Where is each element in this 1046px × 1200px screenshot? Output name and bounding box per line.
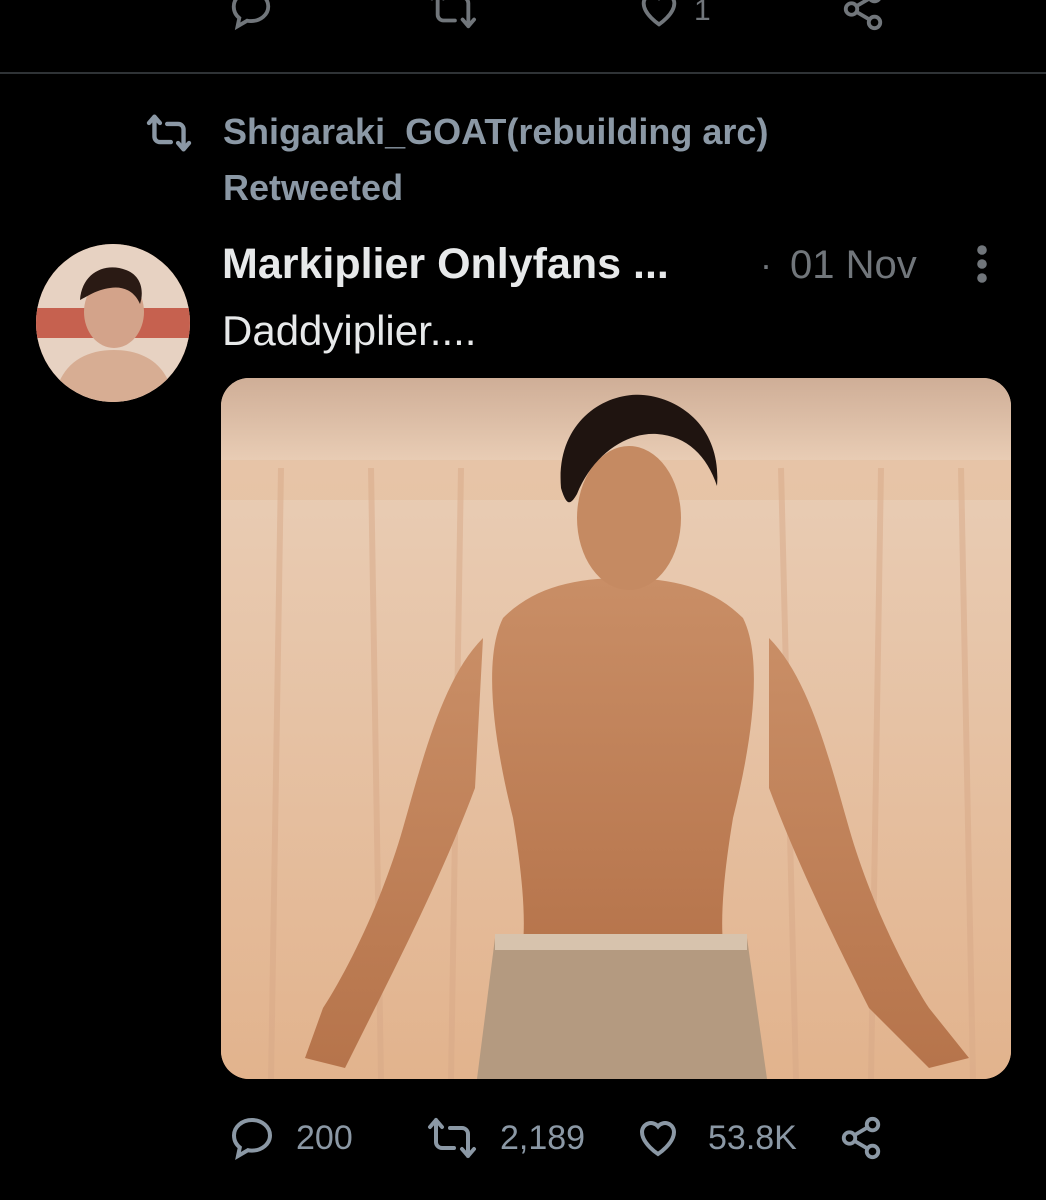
retweeted-label: Retweeted [223, 167, 404, 208]
reply-icon [228, 0, 274, 32]
tweet-divider [0, 72, 1046, 74]
tweet-actions: 200 2,189 53.8K [222, 1108, 1012, 1168]
author-name[interactable]: Markiplier Onlyfans ... [222, 236, 669, 292]
separator-dot: · [760, 244, 772, 285]
share-icon [840, 0, 886, 32]
like-count: 53.8K [708, 1118, 797, 1157]
retweet-icon [428, 0, 478, 32]
previous-tweet-actions: 1 [0, 0, 1046, 72]
retweet-icon [426, 1116, 478, 1160]
heart-icon [636, 0, 682, 32]
retweet-icon [145, 113, 193, 153]
retweet-button[interactable]: 2,189 [426, 1108, 585, 1168]
retweet-button[interactable] [428, 0, 478, 32]
tweet-date[interactable]: 01 Nov [790, 236, 917, 294]
more-options-icon[interactable] [974, 244, 990, 284]
tweet-photo[interactable] [221, 378, 1011, 1079]
retweeter-name[interactable]: Shigaraki_GOAT(rebuilding arc) [223, 104, 768, 160]
share-icon [838, 1115, 884, 1161]
reply-button[interactable]: 200 [228, 1108, 353, 1168]
avatar[interactable] [36, 244, 190, 402]
tweet-text: Daddyiplier.... [222, 307, 477, 354]
share-button[interactable] [838, 1108, 884, 1168]
share-button[interactable] [840, 0, 886, 32]
reply-icon [228, 1114, 276, 1162]
heart-icon [634, 1114, 682, 1162]
like-button[interactable]: 53.8K [634, 1108, 797, 1168]
tweet-header: Markiplier Onlyfans ... · 01 Nov [222, 236, 1012, 296]
like-button[interactable]: 1 [636, 0, 711, 32]
reply-count: 200 [296, 1118, 353, 1157]
reply-button[interactable] [228, 0, 274, 32]
like-count: 1 [694, 0, 711, 27]
retweet-count: 2,189 [500, 1118, 586, 1157]
